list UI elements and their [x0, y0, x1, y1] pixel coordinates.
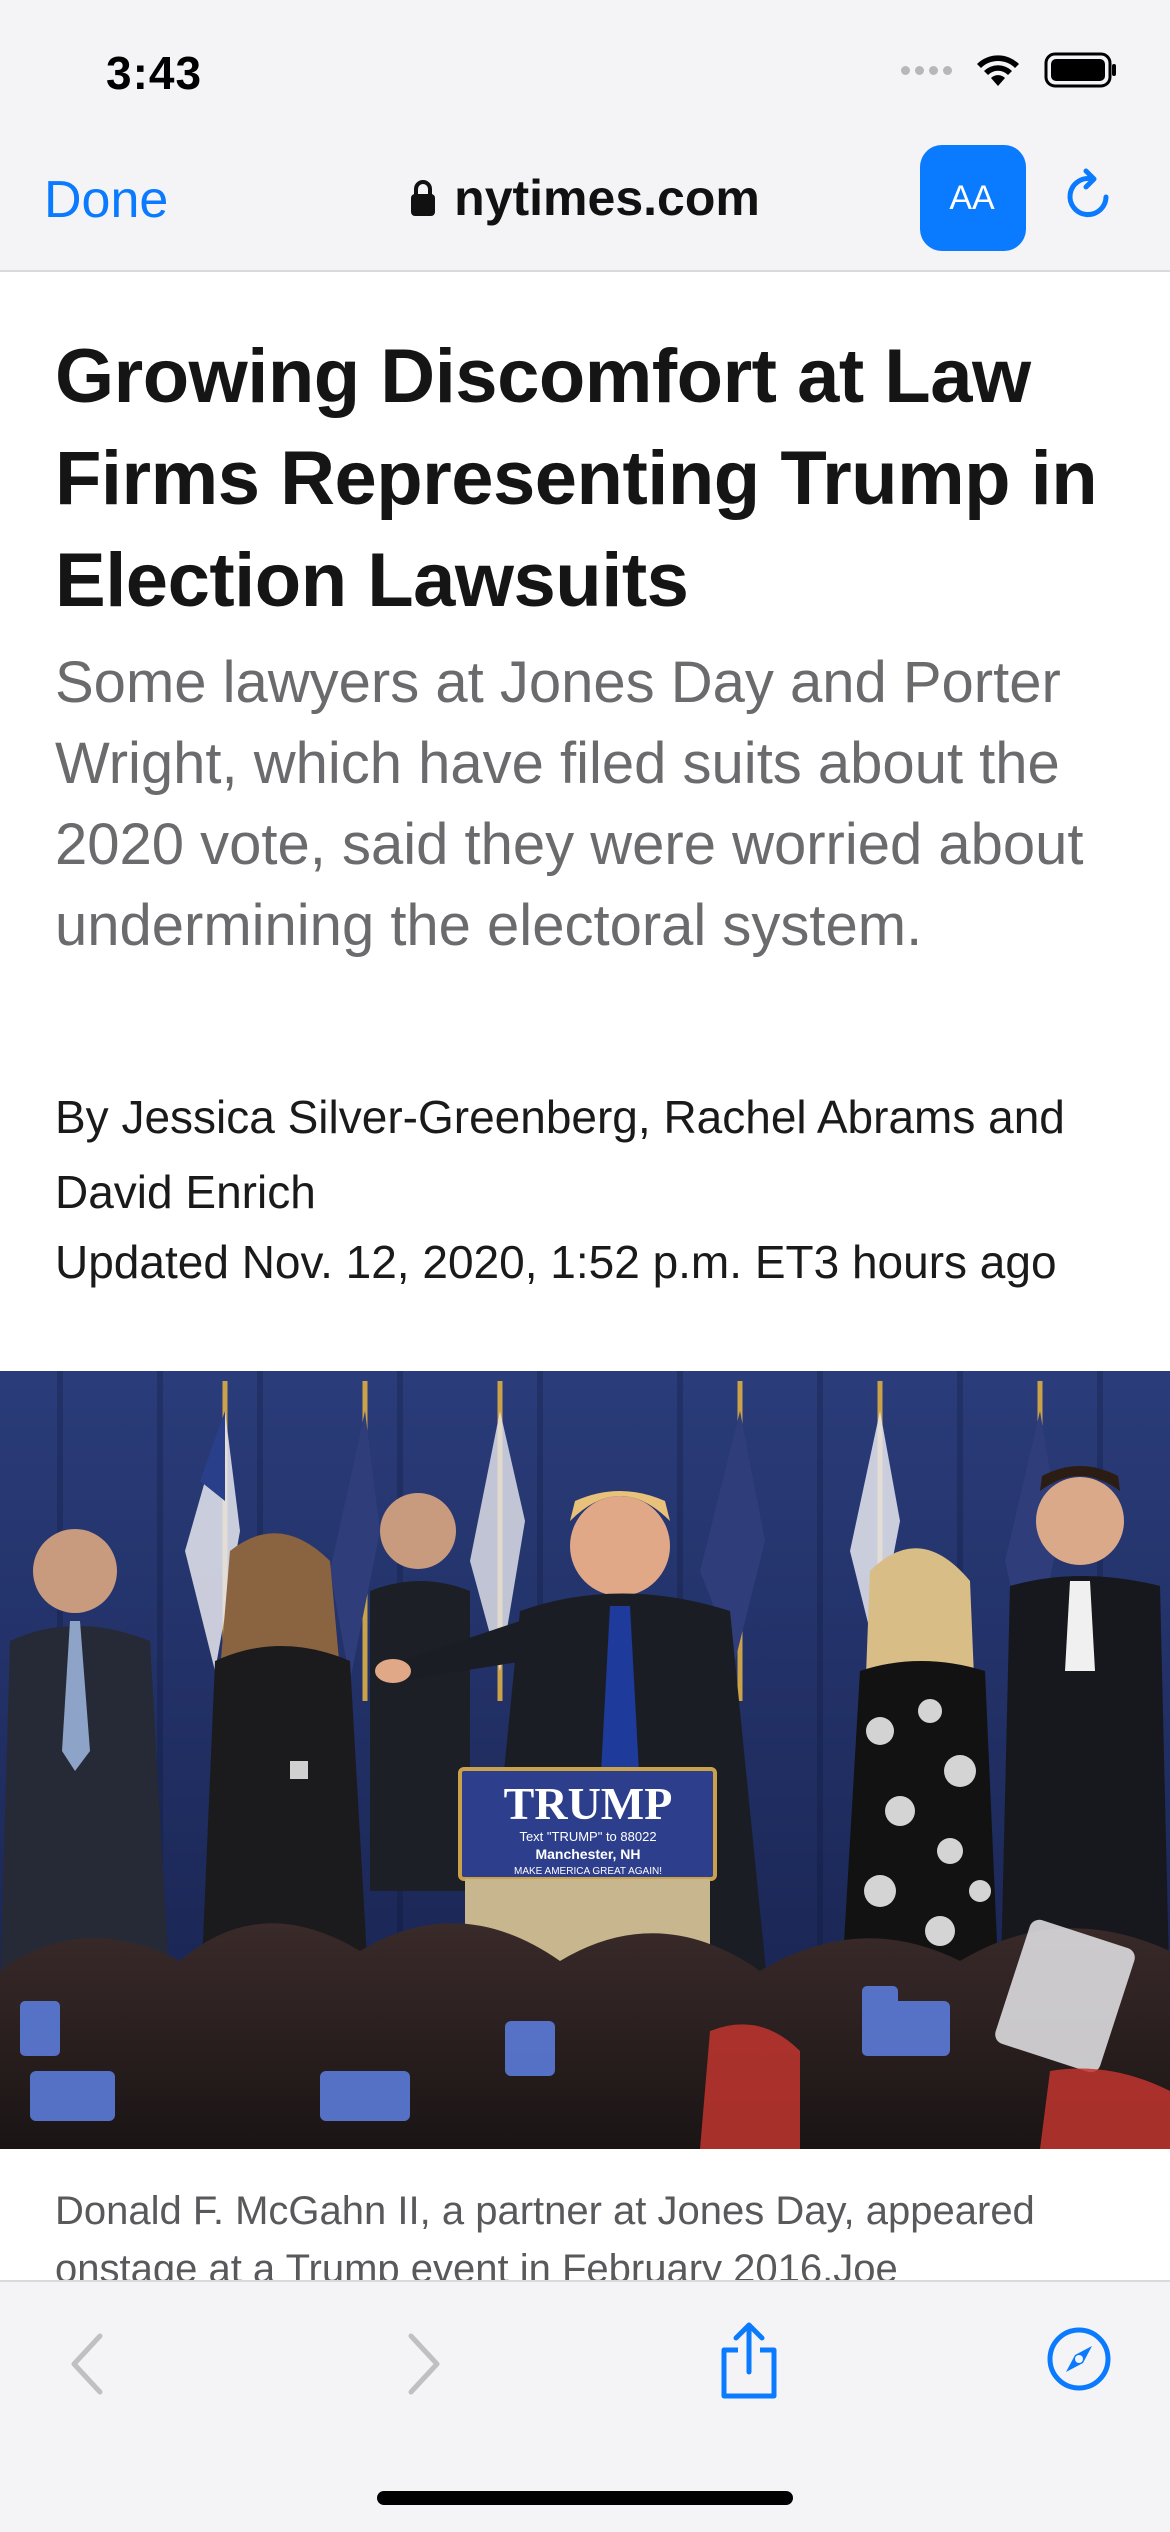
- url-text: nytimes.com: [454, 170, 760, 226]
- share-icon[interactable]: [718, 2322, 780, 2400]
- podium-sign-line2: Manchester, NH: [535, 1846, 640, 1862]
- rally-photo-illustration: TRUMP Text "TRUMP" to 88022 Manchester, …: [0, 1371, 1170, 2149]
- article-byline: By Jessica Silver-Greenberg, Rachel Abra…: [55, 1091, 1065, 1218]
- reader-button-label: AA: [949, 178, 995, 217]
- status-time: 3:43: [106, 47, 203, 99]
- reader-text-size-button[interactable]: AA: [920, 145, 1026, 251]
- back-icon[interactable]: [68, 2332, 108, 2396]
- podium-sign-line3: MAKE AMERICA GREAT AGAIN!: [514, 1866, 662, 1877]
- lock-icon: [411, 180, 436, 216]
- signal-dots-icon: [901, 65, 952, 75]
- article-headline: Growing Discomfort at Law Firms Represen…: [55, 334, 1098, 623]
- forward-icon[interactable]: [403, 2332, 443, 2396]
- home-indicator: [377, 2491, 793, 2505]
- article-summary: Some lawyers at Jones Day and Porter Wri…: [55, 650, 1084, 958]
- podium-sign-line1: Text "TRUMP" to 88022: [519, 1829, 656, 1844]
- reload-icon[interactable]: [1062, 167, 1118, 229]
- article-updated-time: Updated Nov. 12, 2020, 1:52 p.m. ET3 hou…: [55, 1236, 1057, 1288]
- nav-row: Done nytimes.com AA: [0, 145, 1170, 255]
- browser-top-bar: 3:43 Done nytimes.com AA: [0, 0, 1170, 272]
- podium-sign-name: TRUMP: [504, 1778, 673, 1829]
- article-photo[interactable]: TRUMP Text "TRUMP" to 88022 Manchester, …: [0, 1371, 1170, 2149]
- battery-icon: [1044, 52, 1116, 88]
- compass-icon[interactable]: [1046, 2326, 1112, 2392]
- status-icons: [901, 52, 1118, 88]
- wifi-icon: [977, 55, 1019, 86]
